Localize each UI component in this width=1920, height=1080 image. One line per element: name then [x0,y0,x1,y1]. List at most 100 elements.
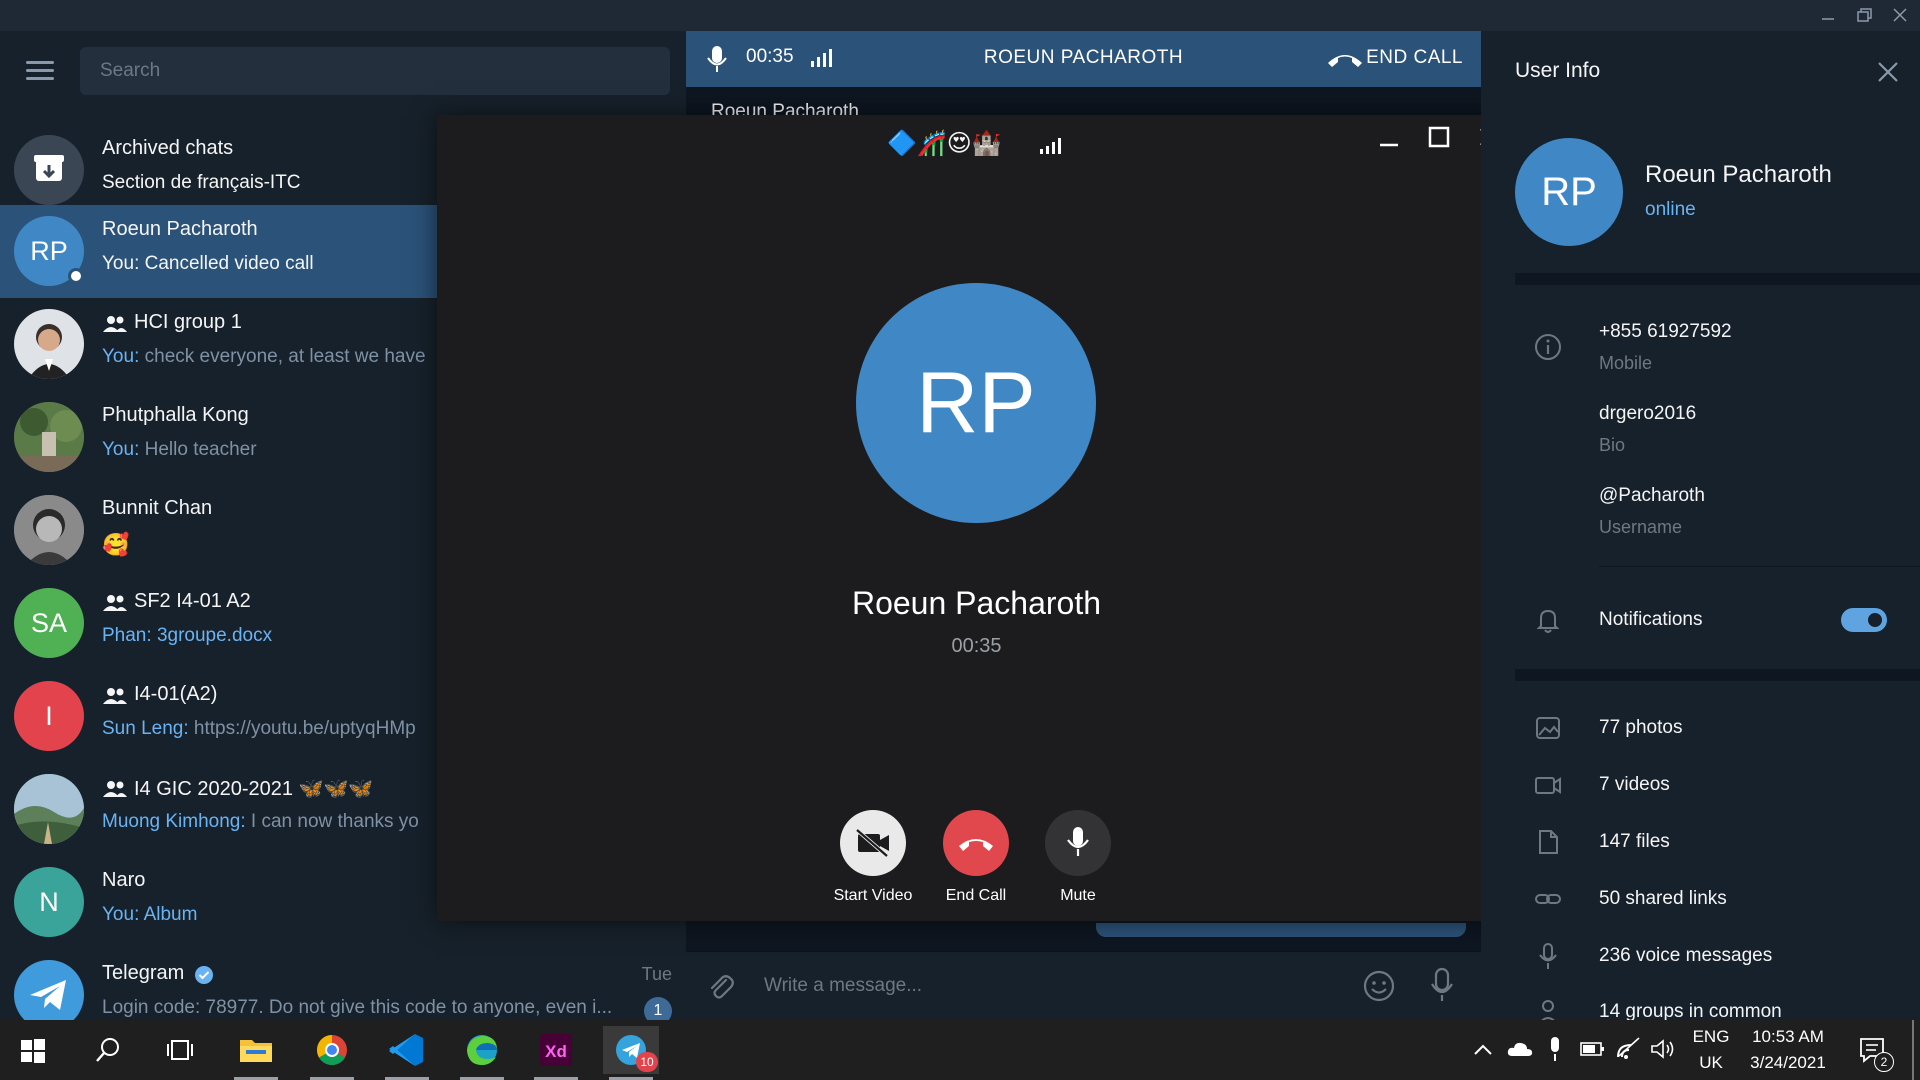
chrome-icon[interactable] [304,1026,360,1080]
preview-text: check everyone, at least we have [144,346,426,367]
group-icon [103,595,127,611]
avatar-photo [14,402,84,472]
chat-name: Phutphalla Kong [102,404,249,426]
encryption-key-emojis[interactable]: 🔷🎢😍🏰 [887,129,1002,158]
preview-sender: You: [102,346,145,367]
active-call-bar[interactable]: 00:35 ROEUN PACHAROTH END CALL [686,31,1481,87]
shared-photos[interactable]: 77 photos [1599,717,1682,739]
start-video-label: Start Video [833,887,913,904]
user-icon [1541,1000,1555,1020]
mute-button[interactable] [1045,810,1111,876]
vscode-icon[interactable] [379,1026,435,1080]
voice-record-icon[interactable] [1430,967,1454,1003]
minimize-icon[interactable] [1815,4,1841,26]
phone-number[interactable]: +855 61927592 [1599,321,1732,343]
preview-sender: Muong Kimhong: [102,811,251,832]
telegram-taskbar-icon[interactable]: 10 [603,1026,659,1080]
message-bubble [1096,923,1466,937]
group-icon [103,781,127,797]
group-icon [103,688,127,704]
preview-text: Hello teacher [144,439,257,460]
volume-icon[interactable] [1650,1038,1676,1060]
clock-date[interactable]: 3/24/2021 [1738,1053,1838,1073]
close-icon[interactable] [1875,59,1901,85]
windows-start-icon[interactable] [20,1038,46,1064]
message-input[interactable] [764,970,1324,1002]
user-status: online [1645,199,1696,220]
preview-text: I can now thanks yo [250,811,419,832]
divider [1515,273,1920,285]
start-video-button[interactable] [840,810,906,876]
avatar: I [14,681,84,751]
task-view-icon[interactable] [166,1036,194,1064]
language-region[interactable]: UK [1686,1053,1736,1073]
chat-name: SF2 I4-01 A2 [134,590,251,612]
adobe-xd-icon[interactable]: Xd [528,1026,584,1080]
file-icon [1539,830,1558,854]
preview-text: Cancelled video call [144,253,314,274]
chevron-up-icon[interactable] [1472,1040,1494,1060]
clock-time[interactable]: 10:53 AM [1738,1027,1838,1047]
chat-preview: You: Album [102,904,197,926]
call-window: 🔷🎢😍🏰 RP Roeun Pacharoth 00:35 Start Vide… [437,115,1516,921]
avatar-photo [14,495,84,565]
signal-strength-icon [1040,138,1061,154]
microphone-icon[interactable] [1546,1036,1564,1062]
call-avatar: RP [856,283,1096,523]
hang-up-icon[interactable] [1326,49,1364,69]
avatar-photo [14,774,84,844]
bio-value[interactable]: drgero2016 [1599,403,1696,425]
search-icon[interactable] [94,1036,122,1064]
preview-sender: Phan: [102,625,157,646]
divider [1515,669,1920,681]
avatar: N [14,867,84,937]
preview-text: Album [143,904,198,925]
preview-text: https://youtu.be/uptyqHMp [193,718,416,739]
microphone-icon [1067,827,1089,856]
voice-messages[interactable]: 236 voice messages [1599,945,1772,967]
username-label: Username [1599,517,1683,537]
hang-up-icon [959,839,993,851]
username-value[interactable]: @Pacharoth [1599,485,1705,507]
verified-icon [195,966,213,984]
minimize-icon[interactable] [1375,125,1403,153]
user-info-panel: User Info RP Roeun Pacharoth online +855… [1481,31,1920,1020]
notifications-toggle[interactable] [1841,608,1887,632]
language-code[interactable]: ENG [1686,1027,1736,1047]
end-call-button[interactable]: END CALL [1366,47,1463,69]
battery-icon[interactable] [1580,1040,1606,1058]
notification-badge: 10 [636,1052,658,1072]
show-desktop-button[interactable] [1912,1020,1914,1080]
close-window-icon[interactable] [1887,4,1913,26]
edge-icon[interactable] [454,1026,510,1080]
end-call-button[interactable] [943,810,1009,876]
microphone-icon [1539,943,1557,969]
avatar[interactable]: RP [1515,138,1623,246]
groups-in-common[interactable]: 14 groups in common [1599,1001,1782,1020]
search-input[interactable] [80,47,670,95]
call-contact-name: Roeun Pacharoth [851,585,1102,621]
link-icon [1535,894,1561,904]
wifi-icon[interactable] [1616,1036,1642,1060]
avatar: SA [14,588,84,658]
maximize-icon[interactable] [1425,123,1453,151]
attach-icon[interactable] [706,972,736,1002]
restore-icon[interactable] [1851,4,1877,26]
svg-text:Xd: Xd [545,1042,567,1061]
preview-text: 3groupe.docx [156,625,273,646]
shared-links[interactable]: 50 shared links [1599,888,1727,910]
shared-files[interactable]: 147 files [1599,831,1670,853]
onedrive-icon[interactable] [1506,1038,1534,1060]
shared-videos[interactable]: 7 videos [1599,774,1670,796]
chat-preview: You: check everyone, at least we have [102,346,426,368]
emoji-icon[interactable] [1362,969,1396,1003]
chat-preview: 🥰 [102,532,130,557]
photo-icon [1536,717,1560,739]
chat-item-telegram[interactable]: Telegram Tue Login code: 78977. Do not g… [0,949,686,1020]
hamburger-menu-icon[interactable] [24,59,56,83]
file-explorer-icon[interactable] [228,1026,284,1080]
user-name: Roeun Pacharoth [1645,161,1832,188]
preview-sender: You: [102,439,145,460]
mute-label: Mute [1060,887,1096,904]
video-off-icon [855,828,889,858]
